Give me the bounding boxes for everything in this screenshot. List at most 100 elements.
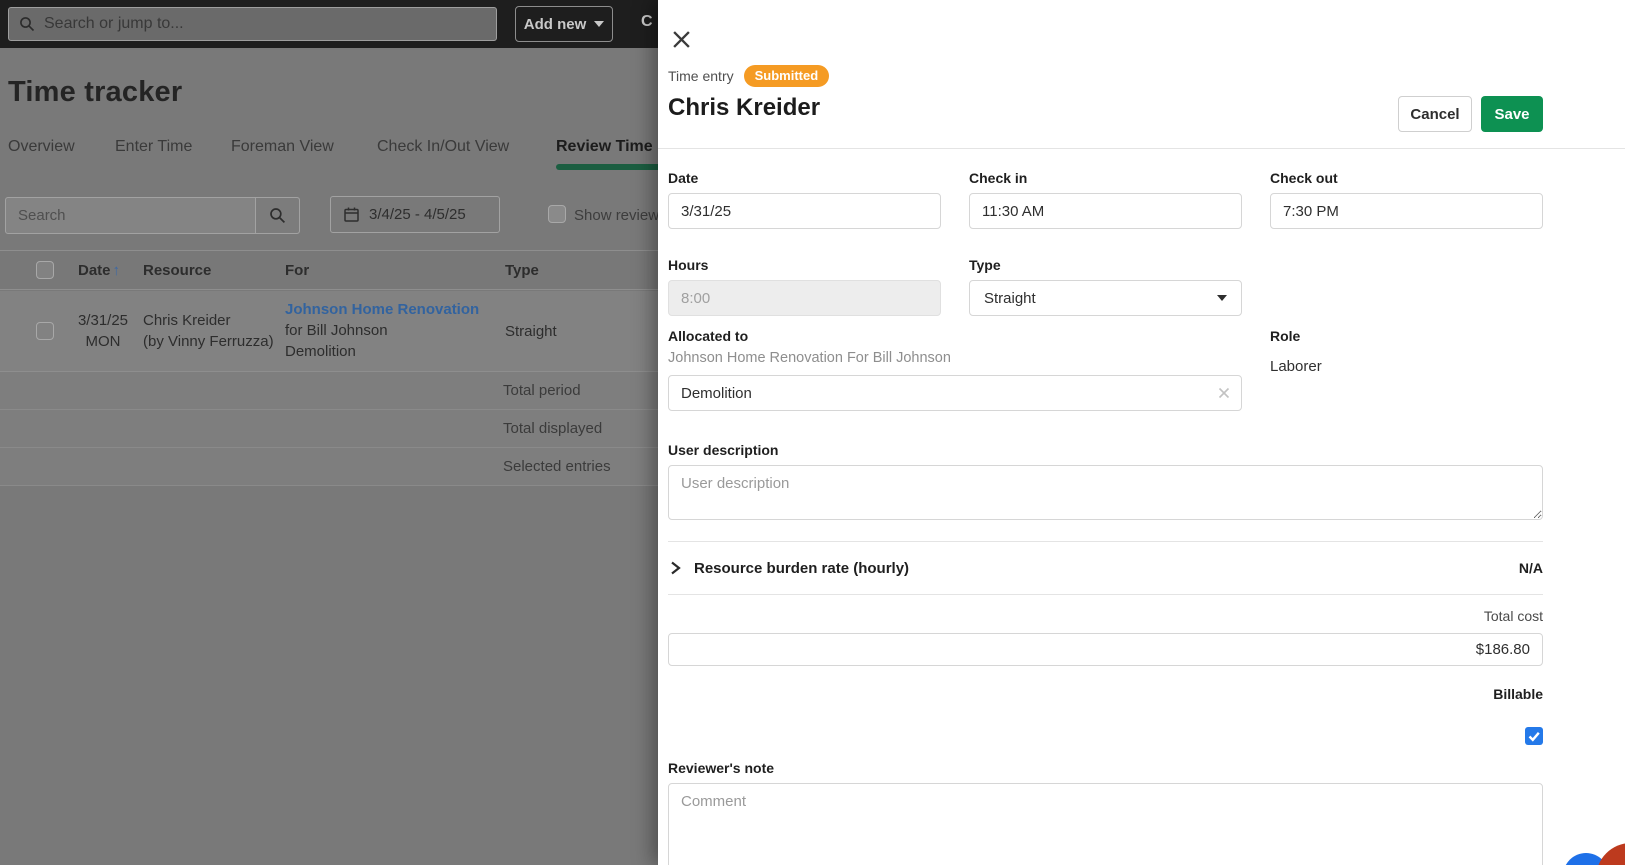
date-input[interactable] [668, 193, 941, 229]
billable-checkbox[interactable] [1525, 727, 1543, 745]
allocated-to-job: Johnson Home Renovation For Bill Johnson [668, 350, 951, 366]
burden-rate-toggle[interactable]: Resource burden rate (hourly) [668, 560, 909, 577]
job-client: for Bill Johnson [285, 322, 388, 339]
field-total-cost: Total cost [668, 608, 1543, 666]
cell-for: Johnson Home Renovation for Bill Johnson… [285, 299, 479, 362]
entry-day: MON [85, 333, 121, 350]
drawer-actions: Cancel Save [1398, 96, 1543, 132]
tab-enter-time[interactable]: Enter Time [115, 138, 192, 156]
drawer-title: Chris Kreider [668, 94, 821, 121]
divider [668, 594, 1543, 595]
tab-review-time[interactable]: Review Time [556, 138, 653, 156]
global-search[interactable] [8, 7, 497, 41]
cell-resource: Chris Kreider (by Vinny Ferruzza) [143, 310, 274, 352]
hours-label: Hours [668, 257, 709, 273]
field-check-out: Check out [1270, 170, 1543, 229]
cancel-button[interactable]: Cancel [1398, 96, 1472, 132]
tab-check-in-out-view[interactable]: Check In/Out View [377, 138, 509, 156]
table-search-input[interactable] [6, 198, 255, 233]
select-all-checkbox[interactable] [36, 261, 54, 279]
field-role: Role Laborer [1270, 328, 1543, 375]
add-new-label: Add new [523, 15, 587, 33]
check-out-input[interactable] [1270, 193, 1543, 229]
chevron-down-icon [594, 21, 605, 27]
summary-label: Selected entries [503, 458, 611, 475]
type-select[interactable]: Straight [969, 280, 1242, 316]
column-header-date[interactable]: Date ↑ [78, 262, 120, 279]
hours-input [668, 280, 941, 316]
burden-rate-label: Resource burden rate (hourly) [694, 559, 910, 577]
chevron-right-icon [671, 561, 681, 575]
total-cost-label: Total cost [1483, 608, 1543, 624]
divider [668, 541, 1543, 542]
type-label: Type [969, 257, 1001, 273]
summary-label: Total displayed [503, 420, 603, 437]
save-button[interactable]: Save [1481, 96, 1543, 132]
checkmark-icon [1528, 732, 1540, 742]
role-label: Role [1270, 328, 1301, 344]
field-user-description: User description [668, 442, 1543, 525]
row-checkbox[interactable] [36, 322, 54, 340]
check-in-label: Check in [969, 170, 1028, 186]
table-search [5, 197, 300, 234]
reviewer-note-textarea[interactable] [668, 783, 1543, 865]
field-date: Date [668, 170, 941, 229]
page-title: Time tracker [8, 76, 183, 108]
resource-entered-by: (by Vinny Ferruzza) [143, 333, 274, 350]
billable-label: Billable [1493, 686, 1543, 702]
close-icon [672, 31, 690, 48]
resource-name: Chris Kreider [143, 312, 231, 329]
clipped-header-text: C [641, 13, 653, 30]
column-header-resource[interactable]: Resource [143, 262, 211, 279]
time-entry-drawer: Time entry Submitted Chris Kreider Cance… [658, 0, 1625, 865]
tab-overview[interactable]: Overview [8, 138, 75, 156]
show-reviewed-checkbox[interactable] [548, 205, 566, 223]
search-icon [270, 208, 286, 224]
search-icon [20, 17, 35, 32]
entity-type-label: Time entry [668, 68, 734, 84]
date-range-picker[interactable]: 3/4/25 - 4/5/25 [330, 196, 500, 233]
field-type: Type Straight [969, 257, 1242, 316]
global-search-input[interactable] [44, 15, 486, 33]
allocated-to-input[interactable] [668, 375, 1242, 411]
check-out-label: Check out [1270, 170, 1338, 186]
role-value: Laborer [1270, 358, 1322, 375]
cell-type: Straight [505, 323, 557, 340]
field-billable: Billable [1493, 686, 1543, 750]
time-tracker-app: Add new C Time tracker Overview Enter Ti… [0, 0, 1625, 865]
user-description-textarea[interactable] [668, 465, 1543, 520]
job-link[interactable]: Johnson Home Renovation [285, 299, 479, 320]
field-reviewer-note: Reviewer's note [668, 760, 1543, 865]
chevron-down-icon [1217, 295, 1227, 301]
search-button[interactable] [255, 198, 299, 233]
entity-row: Time entry Submitted [668, 65, 830, 87]
field-allocated-to: Allocated to Johnson Home Renovation For… [668, 328, 1242, 411]
column-header-type[interactable]: Type [505, 262, 539, 279]
burden-rate-value: N/A [1518, 560, 1543, 576]
field-hours: Hours [668, 257, 941, 316]
job-phase: Demolition [285, 343, 356, 360]
type-selected-value: Straight [984, 289, 1036, 307]
field-check-in: Check in [969, 170, 1242, 229]
sort-ascending-icon: ↑ [112, 262, 121, 279]
calendar-icon [344, 207, 359, 222]
cell-date: 3/31/25 MON [70, 310, 136, 352]
total-cost-input[interactable] [668, 633, 1543, 666]
summary-label: Total period [503, 382, 581, 399]
allocated-to-label: Allocated to [668, 328, 749, 344]
divider [658, 148, 1625, 149]
column-label: Date [78, 262, 111, 279]
user-description-label: User description [668, 442, 779, 458]
status-badge: Submitted [743, 65, 830, 87]
entry-date: 3/31/25 [77, 312, 129, 329]
column-header-for[interactable]: For [285, 262, 309, 279]
date-range-value: 3/4/25 - 4/5/25 [369, 206, 466, 223]
date-label: Date [668, 170, 699, 186]
add-new-button[interactable]: Add new [515, 6, 613, 42]
check-in-input[interactable] [969, 193, 1242, 229]
burden-rate-section: Resource burden rate (hourly) N/A [668, 549, 1543, 587]
reviewer-note-label: Reviewer's note [668, 760, 775, 776]
clear-icon[interactable] [1218, 387, 1230, 399]
tab-foreman-view[interactable]: Foreman View [231, 138, 334, 156]
close-drawer-button[interactable] [668, 28, 694, 54]
